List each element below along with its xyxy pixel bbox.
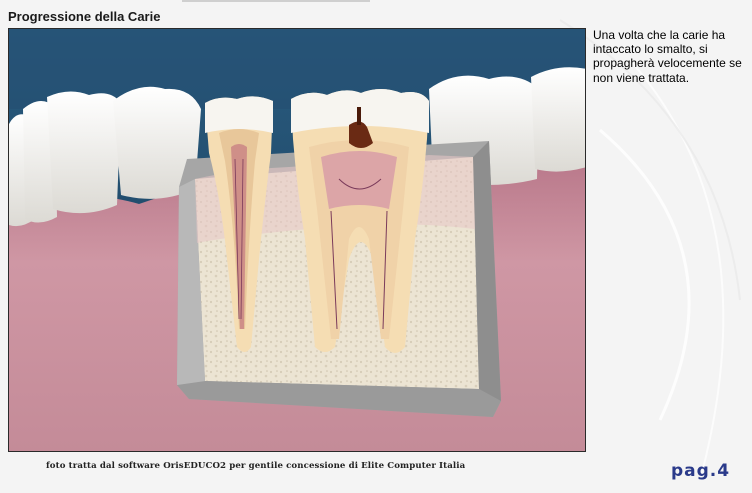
description-text: Una volta che la carie ha intaccato lo s… — [593, 28, 742, 85]
photo-credit: foto tratta dal software OrisEDUCO2 per … — [46, 461, 466, 471]
page-number: pag.4 — [671, 461, 731, 481]
top-rule — [182, 0, 370, 2]
caries-surface-crack — [357, 107, 361, 125]
page-title: Progressione della Carie — [8, 9, 161, 24]
caries-illustration — [8, 28, 586, 452]
